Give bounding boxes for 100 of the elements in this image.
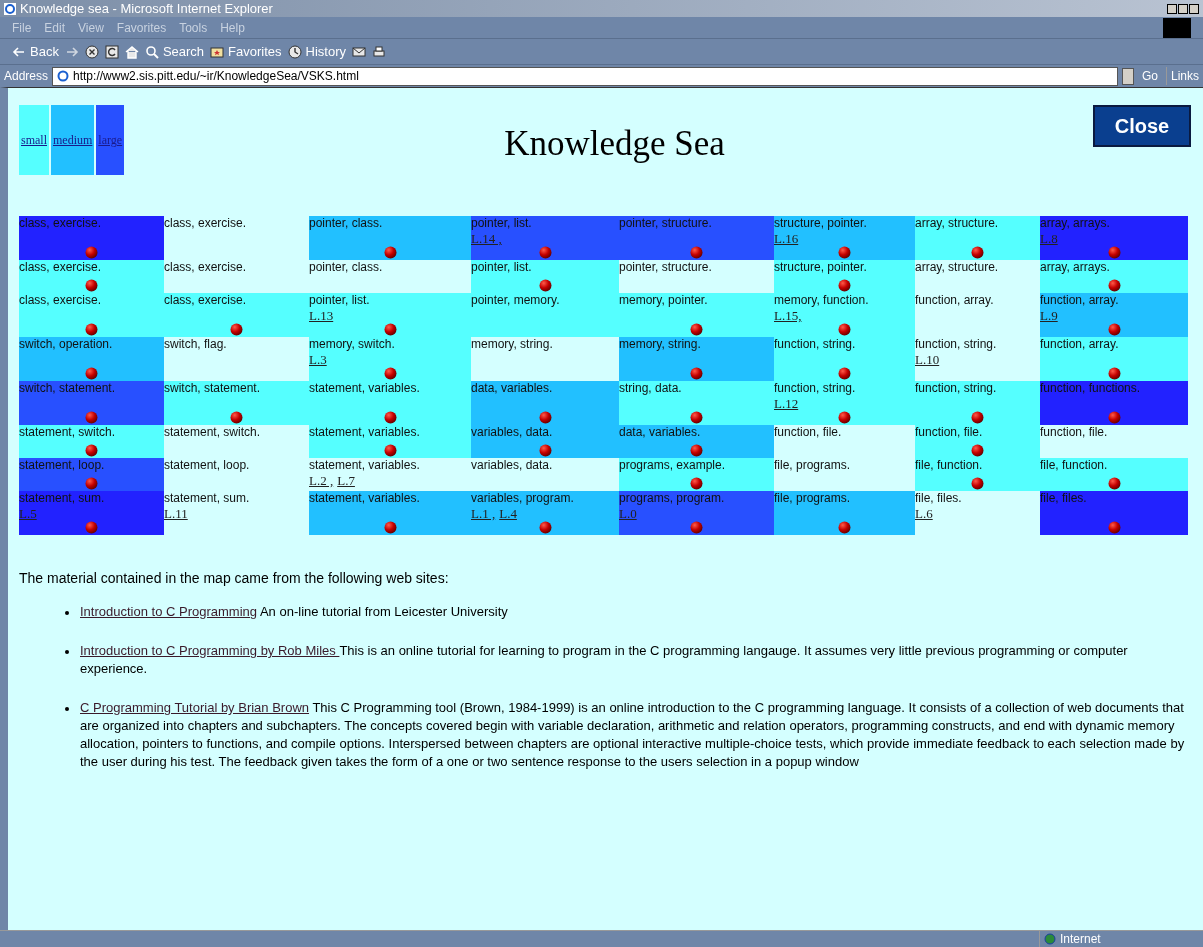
ball-icon[interactable]	[838, 521, 851, 534]
map-cell[interactable]: variables, program. L.1 , L.4	[471, 491, 619, 535]
ball-icon[interactable]	[383, 246, 397, 259]
map-cell[interactable]: array, arrays.	[1040, 260, 1188, 293]
ball-icon[interactable]	[690, 444, 703, 457]
map-cell[interactable]: file, function.	[1040, 458, 1188, 491]
lesson-link[interactable]: L.10	[915, 352, 940, 367]
lesson-link[interactable]: L.6	[915, 506, 933, 521]
ball-icon[interactable]	[230, 411, 243, 424]
lesson-link[interactable]: L.15,	[774, 308, 802, 323]
map-cell[interactable]: function, array. L.9	[1040, 293, 1188, 337]
ball-icon[interactable]	[85, 323, 98, 336]
ball-icon[interactable]	[383, 411, 397, 424]
toolbar-button[interactable]: Favorites	[210, 41, 282, 62]
map-cell[interactable]: pointer, list.	[471, 260, 619, 293]
ball-icon[interactable]	[971, 444, 984, 457]
map-cell[interactable]: string, data.	[619, 381, 774, 425]
map-cell[interactable]: variables, data.	[471, 425, 619, 458]
map-cell[interactable]: structure, pointer. L.16	[774, 216, 915, 260]
map-cell[interactable]: pointer, list. L.13	[309, 293, 471, 337]
close-window-button[interactable]	[1189, 3, 1199, 14]
minimize-button[interactable]	[1167, 3, 1177, 14]
source-link[interactable]: Introduction to C Programming	[80, 604, 258, 619]
dropdown-button[interactable]	[1121, 67, 1134, 85]
lesson-link[interactable]: L.1 ,	[471, 506, 496, 521]
source-link[interactable]: C Programming Tutorial by Brian Brown	[80, 700, 310, 715]
map-cell[interactable]: memory, string.	[619, 337, 774, 381]
lesson-link[interactable]: L.16	[774, 231, 799, 246]
lesson-link[interactable]: L.11	[164, 506, 188, 521]
map-cell[interactable]: statement, variables.	[309, 425, 471, 458]
ball-icon[interactable]	[383, 367, 397, 380]
map-cell[interactable]: statement, variables.	[309, 491, 471, 535]
ball-icon[interactable]	[838, 411, 851, 424]
ball-icon[interactable]	[690, 323, 703, 336]
map-cell[interactable]: data, variables.	[619, 425, 774, 458]
map-cell[interactable]: data, variables.	[471, 381, 619, 425]
map-cell[interactable]: pointer, memory.	[471, 293, 619, 337]
toolbar-button[interactable]: Search	[144, 41, 205, 62]
ball-icon[interactable]	[838, 279, 851, 292]
lesson-link[interactable]: L.12	[774, 396, 799, 411]
lesson-link[interactable]: L.9	[1040, 308, 1058, 323]
map-cell[interactable]: function, string.	[915, 381, 1040, 425]
ball-icon[interactable]	[690, 411, 703, 424]
map-cell[interactable]: programs, example.	[619, 458, 774, 491]
ball-icon[interactable]	[690, 367, 703, 380]
ball-icon[interactable]	[1107, 477, 1121, 490]
map-cell[interactable]: statement, variables.	[309, 381, 471, 425]
lesson-link[interactable]: L.7	[337, 473, 355, 488]
map-cell[interactable]: statement, switch.	[19, 425, 164, 458]
map-cell[interactable]: memory, pointer.	[619, 293, 774, 337]
ball-icon[interactable]	[85, 279, 98, 292]
ball-icon[interactable]	[383, 521, 397, 534]
map-cell[interactable]: class, exercise.	[19, 260, 164, 293]
address-field[interactable]: http://www2.sis.pitt.edu/~ir/KnowledgeSea/VSKS.html	[52, 66, 1118, 86]
ball-icon[interactable]	[538, 279, 552, 292]
mail-icon[interactable]	[352, 44, 367, 59]
ball-icon[interactable]	[1107, 279, 1121, 292]
map-cell[interactable]: memory, switch. L.3	[309, 337, 471, 381]
map-cell[interactable]: function, array.	[1040, 337, 1188, 381]
map-cell[interactable]: memory, function. L.15,	[774, 293, 915, 337]
map-cell[interactable]: structure, pointer.	[774, 260, 915, 293]
ball-icon[interactable]	[838, 367, 851, 380]
toolbar-button[interactable]: History	[287, 41, 347, 62]
map-cell[interactable]: function, string.	[774, 337, 915, 381]
map-cell[interactable]: pointer, class.	[309, 216, 471, 260]
lesson-link[interactable]: L.3	[309, 352, 327, 367]
home-icon[interactable]	[124, 44, 139, 59]
map-cell[interactable]: array, structure.	[915, 216, 1040, 260]
ball-icon[interactable]	[383, 444, 397, 457]
map-cell[interactable]: file, function.	[915, 458, 1040, 491]
ball-icon[interactable]	[690, 477, 703, 490]
links-button[interactable]: Links	[1166, 67, 1199, 85]
size-link[interactable]: medium	[51, 105, 95, 175]
map-cell[interactable]: function, file.	[915, 425, 1040, 458]
ball-icon[interactable]	[85, 367, 98, 380]
stop-icon[interactable]	[84, 44, 99, 59]
ball-icon[interactable]	[971, 477, 984, 490]
ball-icon[interactable]	[230, 323, 243, 336]
map-cell[interactable]: switch, statement.	[164, 381, 309, 425]
size-link[interactable]: small	[19, 105, 49, 175]
maximize-button[interactable]	[1178, 3, 1188, 14]
ball-icon[interactable]	[971, 411, 984, 424]
map-cell[interactable]: file, programs.	[774, 491, 915, 535]
ball-icon[interactable]	[85, 444, 98, 457]
map-cell[interactable]: function, string. L.12	[774, 381, 915, 425]
ball-icon[interactable]	[838, 246, 851, 259]
ball-icon[interactable]	[538, 521, 552, 534]
ball-icon[interactable]	[838, 323, 851, 336]
map-cell[interactable]: switch, operation.	[19, 337, 164, 381]
map-cell[interactable]: class, exercise.	[19, 293, 164, 337]
forward-arrow-icon[interactable]	[64, 44, 79, 59]
lesson-link[interactable]: L.2 ,	[309, 473, 334, 488]
map-cell[interactable]: class, exercise.	[164, 293, 309, 337]
ball-icon[interactable]	[971, 246, 984, 259]
go-button[interactable]: Go	[1137, 67, 1162, 85]
lesson-link[interactable]: L.13	[309, 308, 334, 323]
ball-icon[interactable]	[538, 444, 552, 457]
ball-icon[interactable]	[1107, 367, 1121, 380]
toolbar-button[interactable]: Back	[12, 41, 59, 62]
refresh-icon[interactable]	[104, 44, 119, 59]
